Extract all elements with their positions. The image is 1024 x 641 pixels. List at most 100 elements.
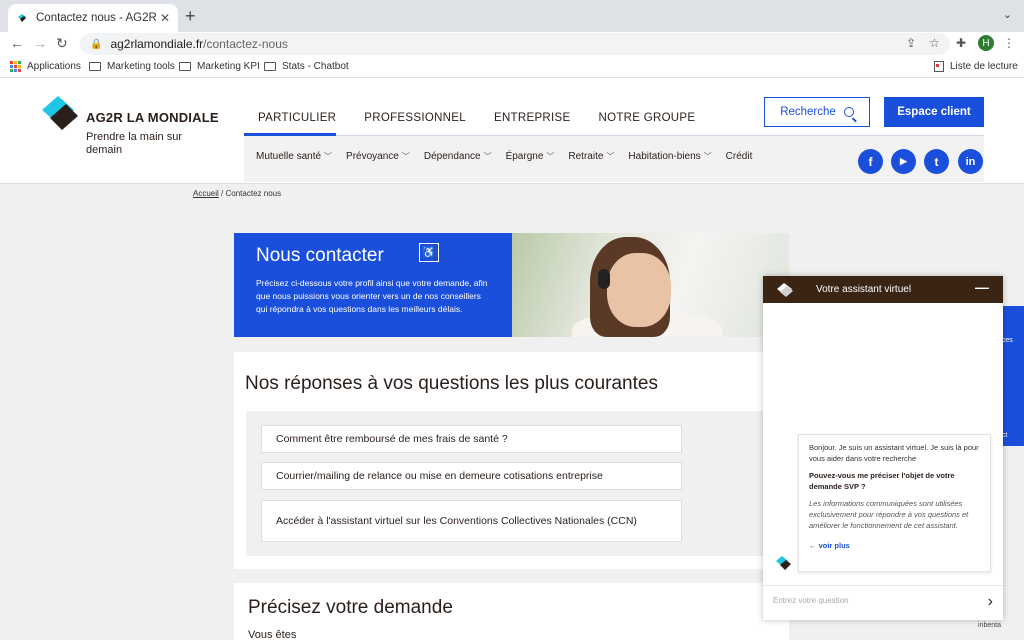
chevron-down-icon: ﹀ [483, 152, 492, 161]
reading-list-label: Liste de lecture [950, 61, 1018, 72]
faq-title: Nos réponses à vos questions les plus co… [245, 373, 658, 394]
hero-description: Précisez ci-dessous votre profil ainsi q… [256, 278, 488, 314]
chevron-down-icon: ﹀ [401, 152, 410, 161]
close-tab-icon[interactable]: ✕ [160, 11, 170, 25]
faq-item[interactable]: Accéder à l'assistant virtuel sur les Co… [261, 500, 682, 542]
faq-section: Nos réponses à vos questions les plus co… [234, 352, 789, 569]
bot-question: Pouvez-vous me préciser l'objet de votre… [809, 471, 955, 491]
browser-tab-bar: Contactez nous - AG2R LA MO ✕ + ⌄ [0, 0, 1024, 32]
url-path: /contactez-nous [203, 37, 288, 51]
apps-grid-icon [10, 61, 21, 72]
reading-list[interactable]: Liste de lecture [934, 61, 1018, 72]
search-button[interactable]: Recherche [764, 97, 870, 127]
nav-particulier[interactable]: PARTICULIER [244, 108, 350, 132]
breadcrumb-current: Contactez nous [225, 189, 282, 198]
bookmark-marketing-tools[interactable]: Marketing tools [89, 61, 175, 72]
bookmark-marketing-kpi[interactable]: Marketing KPI [179, 61, 260, 72]
folder-icon [264, 62, 276, 71]
chat-header: Votre assistant virtuel — [763, 276, 1003, 303]
bookmarks-bar: Applications Marketing tools Marketing K… [0, 56, 1024, 78]
menu-kebab-icon[interactable]: ⋮ [1003, 36, 1015, 50]
hero-banner: Nous contacter ♿ Précisez ci-dessous vot… [234, 233, 789, 337]
faq-item[interactable]: Courrier/mailing de relance ou mise en d… [261, 462, 682, 490]
bookmark-stats-chatbot[interactable]: Stats - Chatbot [264, 61, 349, 72]
search-icon [843, 107, 854, 117]
request-section: Précisez votre demande Vous êtes [234, 583, 789, 641]
youtube-icon[interactable]: ▶ [891, 149, 916, 174]
virtual-assistant-widget: Votre assistant virtuel — Bonjour. Je su… [763, 276, 1003, 620]
url-host: ag2rlamondiale.fr [110, 37, 204, 51]
bookmark-applications[interactable]: Applications [10, 61, 81, 72]
twitter-icon[interactable]: t [924, 149, 949, 174]
faq-item[interactable]: Comment être remboursé de mes frais de s… [261, 425, 682, 453]
bookmark-label: Marketing tools [107, 61, 175, 72]
chat-question-input[interactable] [773, 596, 973, 605]
facebook-icon[interactable]: f [858, 149, 883, 174]
nav-notre-groupe[interactable]: NOTRE GROUPE [584, 108, 709, 132]
chat-input-bar: › [763, 585, 1003, 620]
chevron-down-icon: ﹀ [546, 152, 555, 161]
page-title: Nous contacter [256, 245, 384, 266]
assistant-logo-icon [775, 280, 795, 300]
bot-avatar-icon [775, 554, 793, 572]
address-bar[interactable]: 🔒 ag2rlamondiale.fr/contactez-nous [80, 33, 950, 55]
bookmark-label: Marketing KPI [197, 61, 260, 72]
subnav: Mutuelle santé ﹀ Prévoyance ﹀ Dépendance ﹀ … [256, 151, 766, 162]
site-header: AG2R LA MONDIALE Prendre la main sur dem… [0, 78, 1024, 184]
linkedin-icon[interactable]: in [958, 149, 983, 174]
nav-professionnel[interactable]: PROFESSIONNEL [350, 108, 480, 132]
hero-photo [512, 233, 789, 337]
chevron-down-icon: ﹀ [606, 152, 615, 161]
subnav-item[interactable]: Épargne ﹀ [506, 151, 555, 162]
breadcrumb-home-link[interactable]: Accueil [193, 189, 219, 198]
subnav-item[interactable]: Dépendance ﹀ [424, 151, 492, 162]
share-icon[interactable]: ⇪ [906, 36, 916, 50]
nav-entreprise[interactable]: ENTREPRISE [480, 108, 585, 132]
browser-toolbar: ← → ↻ 🔒 ag2rlamondiale.fr/contactez-nous… [0, 32, 1024, 56]
vendor-logo: inbenta [978, 622, 1001, 629]
chat-title: Votre assistant virtuel [816, 284, 912, 295]
chevron-down-icon: ﹀ [324, 152, 333, 161]
see-more-link[interactable]: ← voir plus [809, 540, 980, 551]
client-space-button[interactable]: Espace client [884, 97, 984, 127]
chevron-down-icon: ﹀ [703, 152, 712, 161]
bookmark-star-icon[interactable]: ☆ [929, 36, 940, 50]
bookmark-label: Stats - Chatbot [282, 61, 349, 72]
breadcrumb-separator: / [221, 189, 224, 198]
hero-panel: Nous contacter ♿ Précisez ci-dessous vot… [234, 233, 512, 337]
main-nav: PARTICULIER PROFESSIONNEL ENTREPRISE NOT… [244, 108, 709, 132]
subnav-item[interactable]: Habitation-biens ﹀ [628, 151, 711, 162]
headset-icon [598, 269, 610, 289]
browser-tab[interactable]: Contactez nous - AG2R LA MO ✕ [8, 4, 178, 32]
brand-tagline: Prendre la main sur demain [86, 131, 182, 156]
profile-avatar[interactable]: H [978, 35, 994, 51]
breadcrumb: Accueil / Contactez nous [193, 189, 281, 198]
folder-icon [89, 62, 101, 71]
subnav-item[interactable]: Prévoyance ﹀ [346, 151, 410, 162]
bot-privacy-note: Les informations communiquées sont utili… [809, 499, 969, 530]
subnav-item[interactable]: Crédit [726, 151, 753, 162]
site-favicon-icon [16, 12, 28, 24]
subnav-item[interactable]: Retraite ﹀ [568, 151, 614, 162]
bot-message: Bonjour. Je suis un assistant virtuel. J… [798, 434, 991, 572]
search-button-label: Recherche [780, 106, 836, 118]
bot-greeting: Bonjour. Je suis un assistant virtuel. J… [809, 443, 979, 463]
folder-icon [179, 62, 191, 71]
minimize-icon[interactable]: — [975, 279, 989, 295]
forward-arrow-icon[interactable]: → [33, 35, 47, 51]
subnav-item[interactable]: Mutuelle santé ﹀ [256, 151, 332, 162]
brand-name[interactable]: AG2R LA MONDIALE [86, 110, 219, 125]
reload-icon[interactable]: ↻ [56, 35, 68, 52]
accessibility-ear-icon[interactable]: ♿ [419, 243, 439, 262]
back-arrow-icon[interactable]: ← [10, 35, 24, 51]
brand-logo-icon[interactable] [40, 94, 80, 134]
bookmark-label: Applications [27, 61, 81, 72]
lock-icon: 🔒 [90, 38, 103, 50]
request-subtitle: Vous êtes [248, 629, 297, 641]
extensions-puzzle-icon[interactable]: ✚ [956, 36, 966, 50]
new-tab-icon[interactable]: + [185, 6, 196, 27]
tab-search-chevron-icon[interactable]: ⌄ [1003, 8, 1012, 21]
send-chevron-icon[interactable]: › [988, 593, 993, 611]
reading-list-icon [934, 61, 944, 72]
faq-list: Comment être remboursé de mes frais de s… [246, 411, 776, 556]
